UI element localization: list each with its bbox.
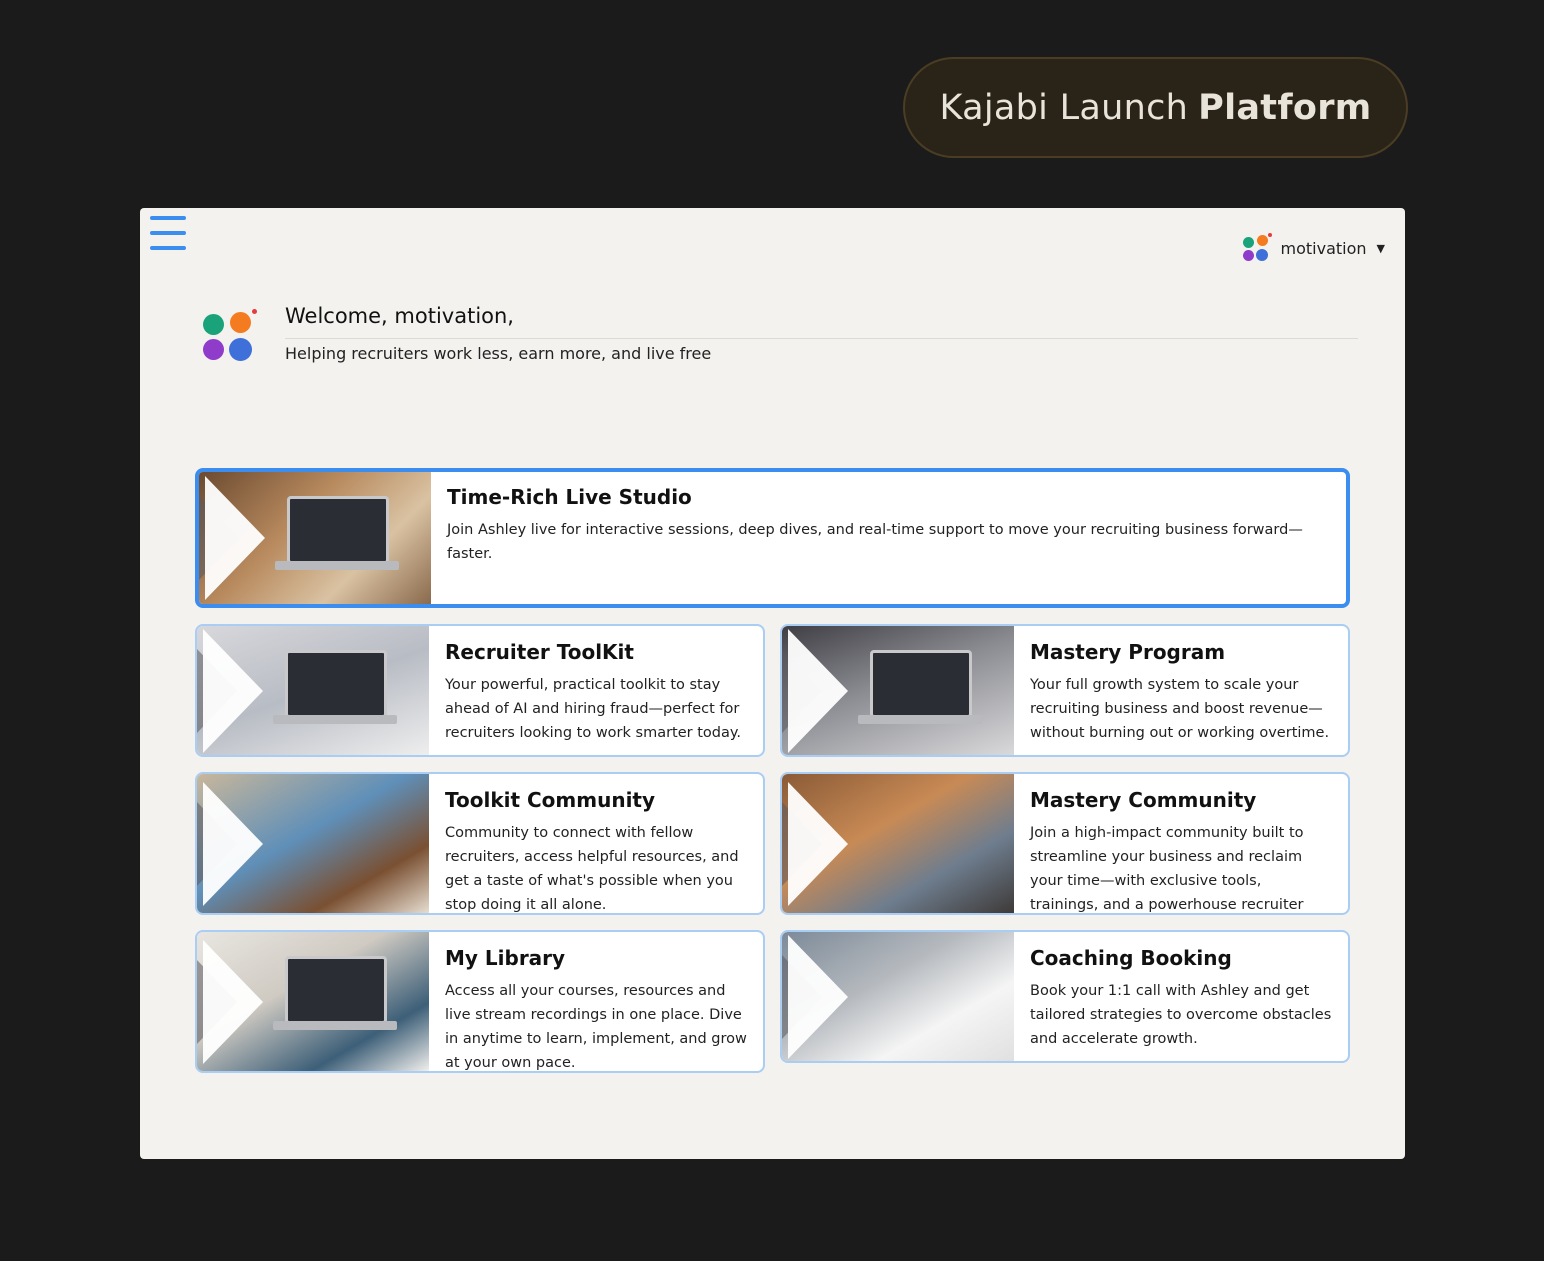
card-title: Toolkit Community xyxy=(445,788,656,812)
hamburger-icon[interactable] xyxy=(150,216,186,250)
card-mastery-community[interactable]: Mastery Community Join a high-impact com… xyxy=(780,772,1350,915)
card-thumbnail xyxy=(782,774,1014,913)
welcome-divider xyxy=(285,338,1358,339)
card-thumbnail xyxy=(197,774,429,913)
brand-logo-icon xyxy=(1241,233,1272,263)
card-toolkit-community[interactable]: Toolkit Community Community to connect w… xyxy=(195,772,765,915)
card-title: Coaching Booking xyxy=(1030,946,1232,970)
welcome-subtitle: Helping recruiters work less, earn more,… xyxy=(285,344,712,363)
card-coaching-booking[interactable]: Coaching Booking Book your 1:1 call with… xyxy=(780,930,1350,1063)
card-thumbnail xyxy=(197,626,429,755)
card-description: Access all your courses, resources and l… xyxy=(445,983,747,1071)
card-title: Mastery Program xyxy=(1030,640,1226,664)
card-thumbnail xyxy=(782,626,1014,755)
card-description: Community to connect with fellow recruit… xyxy=(445,825,739,913)
card-title: Recruiter ToolKit xyxy=(445,640,634,664)
card-title: Time-Rich Live Studio xyxy=(447,485,692,509)
welcome-logo-icon xyxy=(200,309,258,367)
badge-light-text: Kajabi Launch xyxy=(939,87,1189,128)
card-mastery-program[interactable]: Mastery Program Your full growth system … xyxy=(780,624,1350,757)
card-title: My Library xyxy=(445,946,566,970)
platform-badge: Kajabi Launch Platform xyxy=(903,57,1408,158)
card-description: Your full growth system to scale your re… xyxy=(1030,677,1330,741)
card-thumbnail xyxy=(782,932,1014,1061)
app-window: motivation ▼ Welcome, motivation, Helpin… xyxy=(140,208,1405,1159)
card-description: Book your 1:1 call with Ashley and get t… xyxy=(1030,983,1332,1047)
welcome-title: Welcome, motivation, xyxy=(285,304,514,328)
caret-down-icon: ▼ xyxy=(1376,241,1385,255)
card-thumbnail xyxy=(199,472,431,604)
user-menu[interactable]: motivation ▼ xyxy=(1241,233,1385,263)
card-recruiter-toolkit[interactable]: Recruiter ToolKit Your powerful, practic… xyxy=(195,624,765,757)
card-description: Join Ashley live for interactive session… xyxy=(447,522,1303,562)
card-description: Join a high-impact community built to st… xyxy=(1030,825,1304,913)
card-my-library[interactable]: My Library Access all your courses, reso… xyxy=(195,930,765,1073)
badge-bold-text: Platform xyxy=(1198,87,1372,128)
card-thumbnail xyxy=(197,932,429,1071)
username-label: motivation xyxy=(1280,238,1367,258)
card-title: Mastery Community xyxy=(1030,788,1257,812)
card-time-rich-live-studio[interactable]: Time-Rich Live Studio Join Ashley live f… xyxy=(195,468,1350,608)
card-description: Your powerful, practical toolkit to stay… xyxy=(445,677,741,741)
